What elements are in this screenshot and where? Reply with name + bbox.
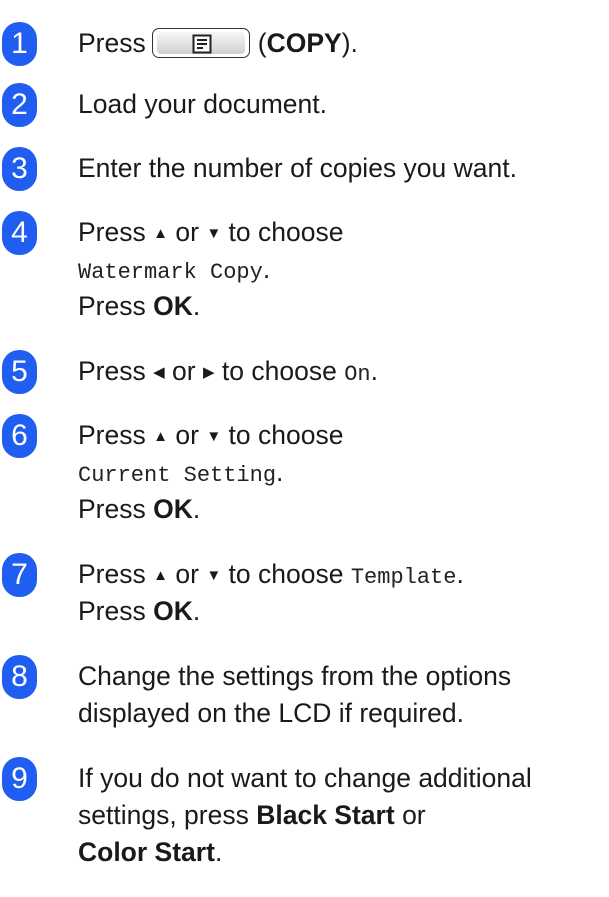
step-option-line: Current Setting. bbox=[78, 457, 284, 488]
step-press-ok-line: Press OK. bbox=[78, 494, 201, 524]
step-text-line-3: Color Start. bbox=[78, 837, 223, 867]
copy-document-icon bbox=[192, 34, 212, 54]
menu-option: Template bbox=[350, 565, 457, 590]
step-press-ok-line: Press OK. bbox=[78, 291, 201, 321]
step-number-badge: 8 bbox=[2, 655, 37, 699]
step-text-line-1: If you do not want to change additional bbox=[78, 763, 532, 793]
press-word: Press bbox=[78, 28, 146, 58]
step-text-line-1: Change the settings from the options bbox=[78, 661, 512, 691]
step-text: Press ▲ or ▼ to choose Template. bbox=[78, 559, 464, 590]
copy-key-label: COPY bbox=[266, 28, 342, 58]
menu-option: On bbox=[344, 362, 371, 387]
step-text: Press ◀ or ▶ to choose On. bbox=[78, 356, 378, 387]
color-start-key-label: Color Start bbox=[78, 837, 215, 867]
down-arrow-icon: ▼ bbox=[206, 567, 222, 584]
step-text-line-2: displayed on the LCD if required. bbox=[78, 698, 464, 728]
up-arrow-icon: ▲ bbox=[153, 567, 168, 584]
menu-option: Watermark Copy bbox=[78, 260, 263, 285]
down-arrow-icon: ▼ bbox=[206, 225, 222, 242]
ok-key-label: OK bbox=[153, 494, 193, 524]
step-text: Load your document. bbox=[78, 89, 327, 119]
paren-close: ). bbox=[341, 28, 358, 58]
step-text: Enter the number of copies you want. bbox=[78, 153, 517, 183]
step-number-badge: 1 bbox=[2, 22, 37, 66]
step-number-badge: 9 bbox=[2, 757, 37, 801]
step-text-line-2: settings, press Black Start or bbox=[78, 800, 426, 830]
step-text: Press ▲ or ▼ to choose bbox=[78, 420, 344, 450]
up-arrow-icon: ▲ bbox=[153, 225, 168, 242]
ok-key-label: OK bbox=[153, 596, 193, 626]
black-start-key-label: Black Start bbox=[256, 800, 395, 830]
step-press-ok-line: Press OK. bbox=[78, 596, 201, 626]
step-number-badge: 7 bbox=[2, 553, 37, 597]
step-number-badge: 2 bbox=[2, 83, 37, 127]
step-number-badge: 4 bbox=[2, 211, 37, 255]
up-arrow-icon: ▲ bbox=[153, 428, 168, 445]
menu-option: Current Setting bbox=[78, 463, 277, 488]
step-number-badge: 6 bbox=[2, 414, 37, 458]
step-number-badge: 3 bbox=[2, 147, 37, 191]
paren-open: ( bbox=[257, 28, 267, 58]
step-option-line: Watermark Copy. bbox=[78, 254, 271, 285]
right-arrow-icon: ▶ bbox=[203, 364, 215, 381]
down-arrow-icon: ▼ bbox=[206, 428, 222, 445]
left-arrow-icon: ◀ bbox=[153, 364, 165, 381]
ok-key-label: OK bbox=[153, 291, 193, 321]
step-text: Press ▲ or ▼ to choose bbox=[78, 217, 344, 247]
copy-button[interactable] bbox=[151, 28, 250, 58]
step-number-badge: 5 bbox=[2, 350, 37, 394]
step-text: Press (COPY). bbox=[78, 25, 605, 62]
